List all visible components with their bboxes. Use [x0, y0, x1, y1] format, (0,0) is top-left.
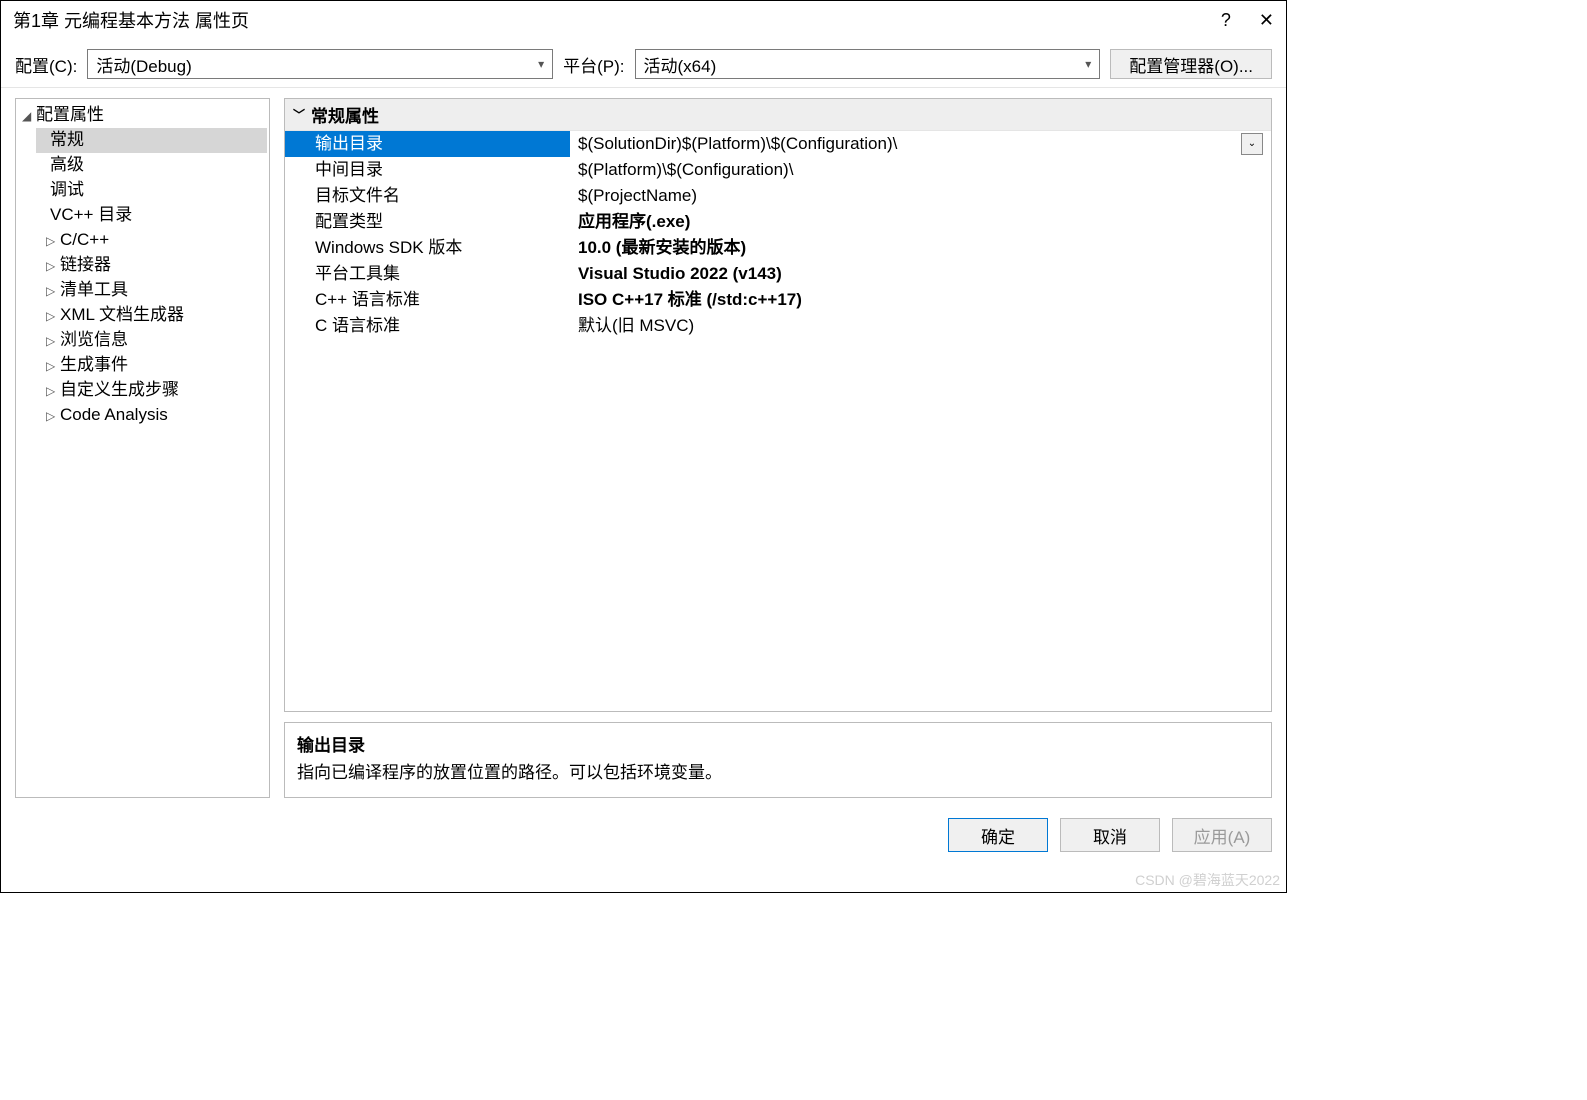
- tree-item-codeanalysis[interactable]: ▷Code Analysis: [36, 403, 267, 428]
- config-manager-button[interactable]: 配置管理器(O)...: [1110, 49, 1272, 79]
- property-value[interactable]: $(ProjectName): [570, 183, 1271, 209]
- window-title: 第1章 元编程基本方法 属性页: [13, 7, 249, 33]
- tree-item-ccpp[interactable]: ▷C/C++: [36, 228, 267, 253]
- property-value[interactable]: $(Platform)\$(Configuration)\: [570, 157, 1271, 183]
- property-group-header[interactable]: ﹀ 常规属性: [285, 99, 1271, 131]
- ok-button[interactable]: 确定: [948, 818, 1048, 852]
- tree-item-general[interactable]: ▷常规: [36, 128, 267, 153]
- tree-root-item[interactable]: ◢配置属性: [18, 103, 267, 128]
- platform-label: 平台(P):: [563, 52, 624, 77]
- property-label: C 语言标准: [285, 313, 570, 339]
- help-icon[interactable]: ?: [1221, 10, 1231, 31]
- property-group-title: 常规属性: [311, 102, 379, 127]
- config-label: 配置(C):: [15, 52, 77, 77]
- property-row-cppstd[interactable]: C++ 语言标准 ISO C++17 标准 (/std:c++17): [285, 287, 1271, 313]
- dropdown-icon[interactable]: ⌄: [1241, 133, 1263, 155]
- caret-right-icon: ▷: [46, 254, 60, 278]
- tree-item-buildevents[interactable]: ▷生成事件: [36, 353, 267, 378]
- tree-item-debug[interactable]: ▷调试: [36, 178, 267, 203]
- chevron-down-icon: ▾: [538, 57, 544, 71]
- watermark: CSDN @碧海蓝天2022: [1135, 870, 1280, 890]
- chevron-down-icon: ▾: [1085, 57, 1091, 71]
- property-grid[interactable]: ﹀ 常规属性 输出目录 $(SolutionDir)$(Platform)\$(…: [284, 98, 1272, 712]
- caret-right-icon: ▷: [46, 279, 60, 303]
- caret-right-icon: ▷: [46, 304, 60, 328]
- close-icon[interactable]: ✕: [1259, 10, 1274, 31]
- caret-right-icon: ▷: [46, 229, 60, 253]
- help-box: 输出目录 指向已编译程序的放置位置的路径。可以包括环境变量。: [284, 722, 1272, 798]
- config-combo[interactable]: 活动(Debug) ▾: [87, 49, 553, 79]
- platform-combo[interactable]: 活动(x64) ▾: [635, 49, 1101, 79]
- property-row-intdir[interactable]: 中间目录 $(Platform)\$(Configuration)\: [285, 157, 1271, 183]
- help-title: 输出目录: [297, 731, 1259, 756]
- footer: 确定 取消 应用(A): [1, 808, 1286, 862]
- apply-button[interactable]: 应用(A): [1172, 818, 1272, 852]
- property-row-targetname[interactable]: 目标文件名 $(ProjectName): [285, 183, 1271, 209]
- caret-right-icon: ▷: [46, 404, 60, 428]
- property-row-configtype[interactable]: 配置类型 应用程序(.exe): [285, 209, 1271, 235]
- config-row: 配置(C): 活动(Debug) ▾ 平台(P): 活动(x64) ▾ 配置管理…: [1, 39, 1286, 88]
- property-value[interactable]: 10.0 (最新安装的版本): [570, 235, 1271, 261]
- property-label: 平台工具集: [285, 261, 570, 287]
- titlebar: 第1章 元编程基本方法 属性页 ? ✕: [1, 1, 1286, 39]
- platform-combo-value: 活动(x64): [644, 52, 717, 77]
- tree-root-label: 配置属性: [36, 105, 104, 124]
- property-label: 中间目录: [285, 157, 570, 183]
- caret-down-icon: ◢: [22, 104, 36, 128]
- title-buttons: ? ✕: [1221, 10, 1274, 31]
- property-value[interactable]: Visual Studio 2022 (v143): [570, 261, 1271, 287]
- caret-right-icon: ▷: [46, 354, 60, 378]
- property-label: 目标文件名: [285, 183, 570, 209]
- property-label: 输出目录: [285, 131, 570, 157]
- tree-item-advanced[interactable]: ▷高级: [36, 153, 267, 178]
- main-area: ◢配置属性 ▷常规 ▷高级 ▷调试 ▷VC++ 目录 ▷C/C++ ▷链接器 ▷…: [1, 88, 1286, 808]
- nav-tree[interactable]: ◢配置属性 ▷常规 ▷高级 ▷调试 ▷VC++ 目录 ▷C/C++ ▷链接器 ▷…: [15, 98, 270, 798]
- tree-item-manifest[interactable]: ▷清单工具: [36, 278, 267, 303]
- property-right: ﹀ 常规属性 输出目录 $(SolutionDir)$(Platform)\$(…: [284, 98, 1272, 798]
- tree-item-xmldoc[interactable]: ▷XML 文档生成器: [36, 303, 267, 328]
- config-combo-value: 活动(Debug): [96, 52, 191, 77]
- property-row-cstd[interactable]: C 语言标准 默认(旧 MSVC): [285, 313, 1271, 339]
- tree-item-browseinfo[interactable]: ▷浏览信息: [36, 328, 267, 353]
- help-text: 指向已编译程序的放置位置的路径。可以包括环境变量。: [297, 758, 1259, 783]
- property-value[interactable]: 默认(旧 MSVC): [570, 313, 1271, 339]
- chevron-down-icon: ﹀: [293, 106, 305, 123]
- tree-item-vcdirs[interactable]: ▷VC++ 目录: [36, 203, 267, 228]
- property-value[interactable]: $(SolutionDir)$(Platform)\$(Configuratio…: [570, 131, 1271, 157]
- property-label: C++ 语言标准: [285, 287, 570, 313]
- property-label: Windows SDK 版本: [285, 235, 570, 261]
- caret-right-icon: ▷: [46, 329, 60, 353]
- property-label: 配置类型: [285, 209, 570, 235]
- tree-item-linker[interactable]: ▷链接器: [36, 253, 267, 278]
- caret-right-icon: ▷: [46, 379, 60, 403]
- tree-item-customstep[interactable]: ▷自定义生成步骤: [36, 378, 267, 403]
- property-row-sdk[interactable]: Windows SDK 版本 10.0 (最新安装的版本): [285, 235, 1271, 261]
- tree-children: ▷常规 ▷高级 ▷调试 ▷VC++ 目录 ▷C/C++ ▷链接器 ▷清单工具 ▷…: [36, 128, 267, 428]
- property-value[interactable]: ISO C++17 标准 (/std:c++17): [570, 287, 1271, 313]
- property-value[interactable]: 应用程序(.exe): [570, 209, 1271, 235]
- property-row-toolset[interactable]: 平台工具集 Visual Studio 2022 (v143): [285, 261, 1271, 287]
- property-row-outputdir[interactable]: 输出目录 $(SolutionDir)$(Platform)\$(Configu…: [285, 131, 1271, 157]
- cancel-button[interactable]: 取消: [1060, 818, 1160, 852]
